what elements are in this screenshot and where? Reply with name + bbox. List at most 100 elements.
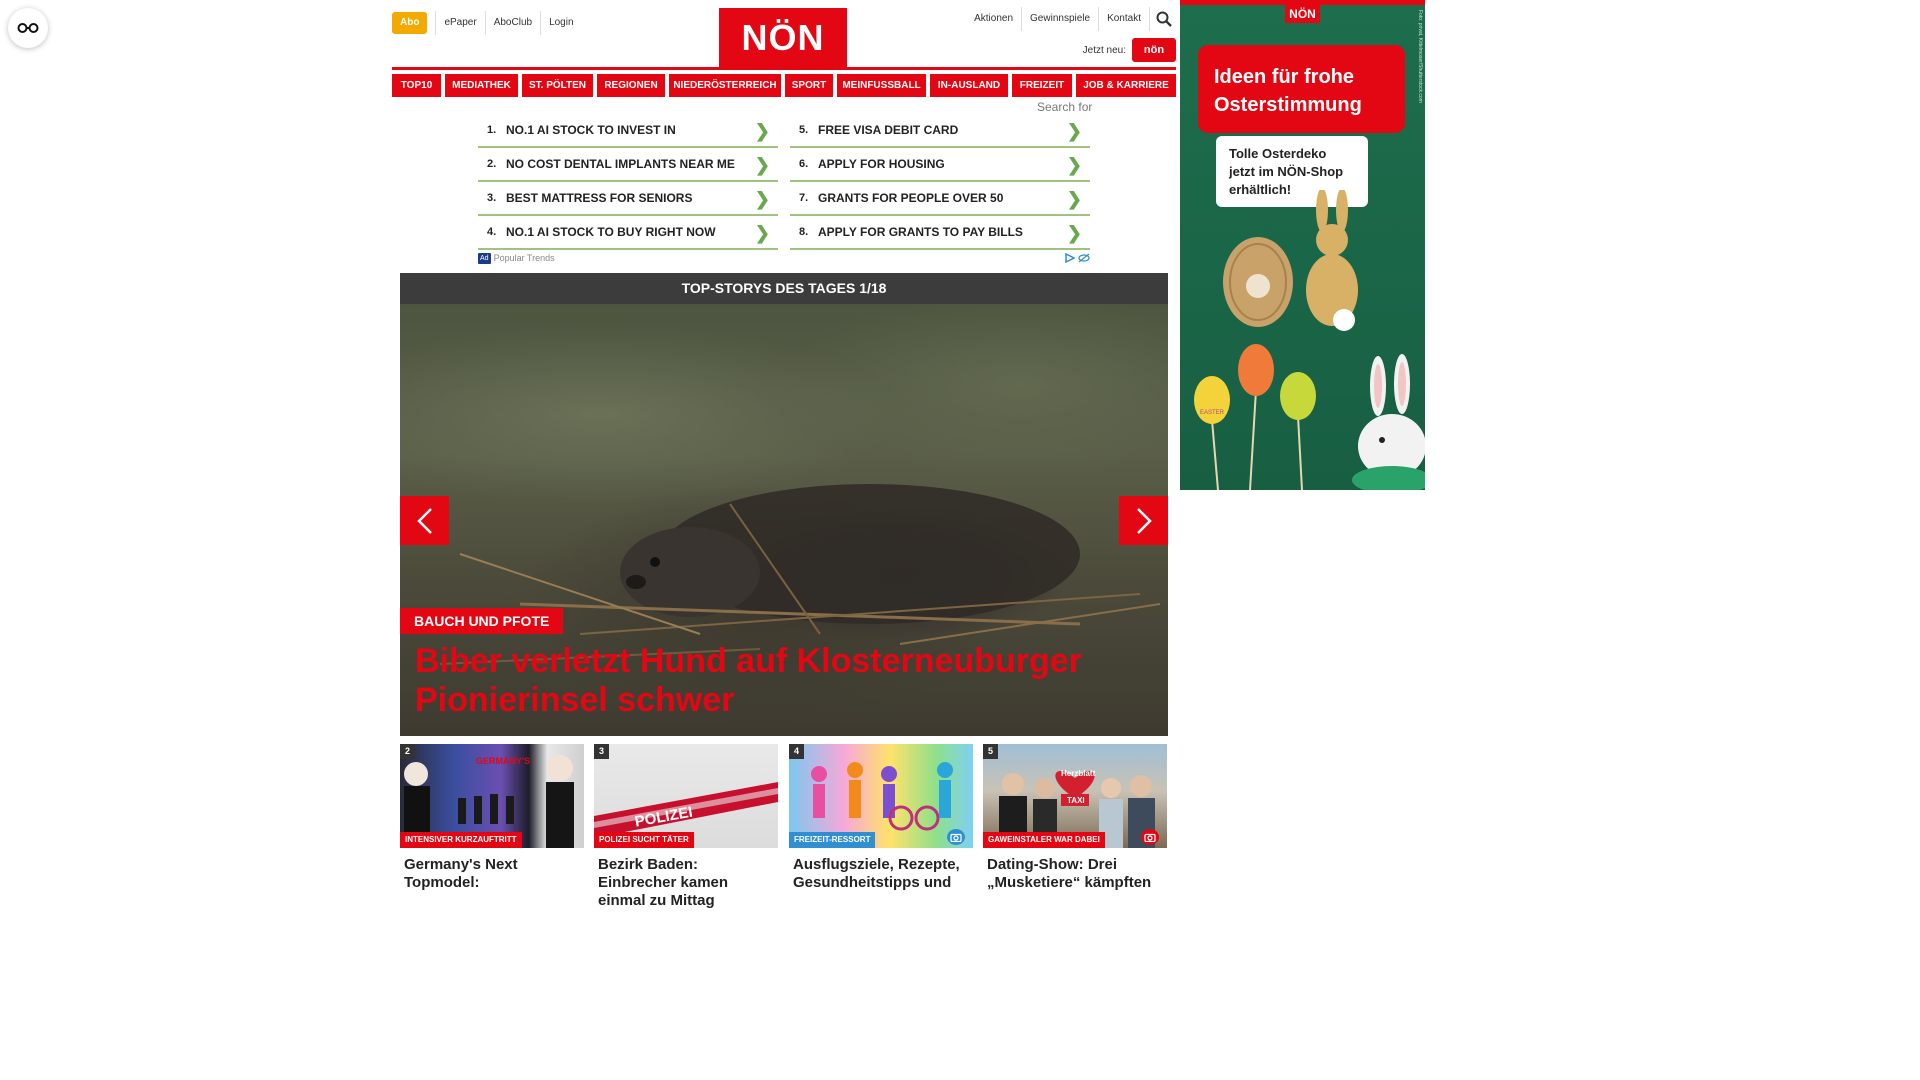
ad-row-number: 3. xyxy=(487,192,497,204)
hide-ad-icon xyxy=(1078,253,1090,263)
nav-item-in-ausland[interactable]: IN-AUSLAND xyxy=(930,74,1008,97)
ad-row[interactable]: 6. APPLY FOR HOUSING ❯ xyxy=(790,148,1090,182)
kontakt-link[interactable]: Kontakt xyxy=(1099,7,1150,31)
header-right-links: Aktionen Gewinnspiele Kontakt xyxy=(966,7,1176,31)
easter-decor-illustration: EASTER xyxy=(1194,190,1425,490)
chevron-right-icon: ❯ xyxy=(1066,155,1082,175)
story-cards: GERMANY'S 2 INTENSIVER KURZAUFTRITT Germ… xyxy=(400,744,1168,909)
ad-row[interactable]: 2. NO COST DENTAL IMPLANTS NEAR ME ❯ xyxy=(478,148,778,182)
header-left-links: Abo ePaper AboClub Login xyxy=(392,11,582,35)
card-title: Bezirk Baden: Einbrecher kamen einmal zu… xyxy=(598,856,729,909)
card-tag: FREIZEIT-RESSORT xyxy=(789,832,876,848)
ad-row-number: 1. xyxy=(487,124,497,136)
ad-row-label: GRANTS FOR PEOPLE OVER 50 xyxy=(818,191,1004,205)
chevron-right-icon: ❯ xyxy=(754,223,770,243)
camera-icon xyxy=(947,829,965,845)
card-image: 4 FREIZEIT-RESSORT xyxy=(789,744,973,848)
nav-item-job-karriere[interactable]: JOB & KARRIERE xyxy=(1076,74,1176,97)
gewinnspiele-link[interactable]: Gewinnspiele xyxy=(1022,7,1100,31)
nav-item-sport[interactable]: SPORT xyxy=(785,74,833,97)
story-card[interactable]: 4 FREIZEIT-RESSORT Ausflugsziele, Rezept… xyxy=(789,744,973,892)
card-image: POLIZEI 3 POLIZEI SUCHT TÄTER xyxy=(594,744,778,848)
card-tag: GAWEINSTALER WAR DABEI xyxy=(983,832,1105,848)
hero-kicker: BAUCH UND PFOTE xyxy=(400,608,564,634)
hero-slide[interactable]: BAUCH UND PFOTE Biber verletzt Hund auf … xyxy=(400,304,1168,736)
ad-row-number: 4. xyxy=(487,226,497,238)
slider-prev-button[interactable] xyxy=(400,496,449,545)
ad-footer-label: Popular Trends xyxy=(493,253,555,263)
story-card[interactable]: GERMANY'S 2 INTENSIVER KURZAUFTRITT Germ… xyxy=(400,744,584,892)
card-tag: POLIZEI SUCHT TÄTER xyxy=(594,832,694,848)
nav-item-meinfussball[interactable]: MEINFUSSBALL xyxy=(837,74,926,97)
ad-row-label: APPLY FOR GRANTS TO PAY BILLS xyxy=(818,225,1023,239)
jetzt-neu-badge[interactable]: nön xyxy=(1132,38,1176,62)
chevron-right-icon: ❯ xyxy=(754,155,770,175)
hero-headline[interactable]: Biber verletzt Hund auf Klosterneuburger… xyxy=(415,642,1155,720)
ad-row[interactable]: 5. FREE VISA DEBIT CARD ❯ xyxy=(790,114,1090,148)
page: Abo ePaper AboClub Login NÖN Aktionen Ge… xyxy=(0,0,1568,909)
gntm-sign: GERMANY'S xyxy=(476,756,530,766)
adchoices-icon xyxy=(1065,253,1075,263)
epaper-link[interactable]: ePaper xyxy=(435,11,484,35)
main-nav: TOP10 MEDIATHEK ST. PÖLTEN REGIONEN NIED… xyxy=(392,74,1176,97)
ad-column-right: 5. FREE VISA DEBIT CARD ❯ 6. APPLY FOR H… xyxy=(790,114,1090,250)
ad-row-label: NO COST DENTAL IMPLANTS NEAR ME xyxy=(506,157,735,171)
reading-mode-button[interactable] xyxy=(8,8,48,48)
ad-row[interactable]: 8. APPLY FOR GRANTS TO PAY BILLS ❯ xyxy=(790,216,1090,250)
card-image: GERMANY'S 2 INTENSIVER KURZAUFTRITT xyxy=(400,744,584,848)
card-number: 4 xyxy=(789,744,804,759)
nav-item-freizeit[interactable]: FREIZEIT xyxy=(1012,74,1072,97)
ad-search-for: Search for xyxy=(1037,100,1093,114)
chevron-right-icon: ❯ xyxy=(1066,121,1082,141)
story-card[interactable]: POLIZEI 3 POLIZEI SUCHT TÄTER Bezirk Bad… xyxy=(594,744,778,910)
top-stories-header: TOP-STORYS DES TAGES 1/18 xyxy=(400,273,1168,304)
chevron-right-icon: ❯ xyxy=(1066,223,1082,243)
heart-sign-text: Herzblatt xyxy=(1061,769,1096,778)
ad-row-number: 2. xyxy=(487,158,497,170)
ad-row-number: 7. xyxy=(799,192,809,204)
chevron-right-icon: ❯ xyxy=(1066,189,1082,209)
side-ad-credit: Foto: privat, Kittelmoser/Shutterstock.c… xyxy=(1417,10,1423,103)
aktionen-link[interactable]: Aktionen xyxy=(966,7,1023,31)
camera-icon xyxy=(1141,829,1159,845)
card-number: 2 xyxy=(400,744,415,759)
nav-item-regionen[interactable]: REGIONEN xyxy=(597,74,665,97)
side-ad-logo: NÖN xyxy=(1285,5,1320,23)
side-ad-headline: Ideen für frohe Osterstimmung xyxy=(1198,45,1405,133)
ad-row[interactable]: 4. NO.1 AI STOCK TO BUY RIGHT NOW ❯ xyxy=(478,216,778,250)
ad-row-label: FREE VISA DEBIT CARD xyxy=(818,123,959,137)
nav-item-mediathek[interactable]: MEDIATHEK xyxy=(445,74,518,97)
ad-row-number: 8. xyxy=(799,226,809,238)
nav-item-top10[interactable]: TOP10 xyxy=(392,74,441,97)
ad-row-number: 5. xyxy=(799,124,809,136)
chevron-right-icon: ❯ xyxy=(754,121,770,141)
abo-button[interactable]: Abo xyxy=(392,12,428,34)
story-card[interactable]: Herzblatt TAXI 5 GAWEINSTALER WAR DABEI … xyxy=(983,744,1167,892)
ad-row-label: APPLY FOR HOUSING xyxy=(818,157,945,171)
ad-choices[interactable] xyxy=(1065,253,1090,263)
ad-row-label: BEST MATTRESS FOR SENIORS xyxy=(506,191,693,205)
card-number: 5 xyxy=(983,744,998,759)
ad-footer: Ad Popular Trends xyxy=(478,251,1090,265)
site-logo[interactable]: NÖN xyxy=(719,8,847,68)
ad-row-label: NO.1 AI STOCK TO INVEST IN xyxy=(506,123,676,137)
card-title: Ausflugsziele, Rezepte, Gesundheitstipps… xyxy=(793,856,960,891)
site-header: Abo ePaper AboClub Login NÖN Aktionen Ge… xyxy=(392,0,1176,68)
ad-row[interactable]: 3. BEST MATTRESS FOR SENIORS ❯ xyxy=(478,182,778,216)
card-image: Herzblatt TAXI 5 GAWEINSTALER WAR DABEI xyxy=(983,744,1167,848)
header-divider xyxy=(392,67,1176,70)
card-tag: INTENSIVER KURZAUFTRITT xyxy=(400,832,522,848)
nav-item-niederoesterreich[interactable]: NIEDERÖSTERREICH xyxy=(669,74,781,97)
aboclub-link[interactable]: AboClub xyxy=(484,11,540,35)
card-number: 3 xyxy=(594,744,609,759)
search-button[interactable] xyxy=(1152,7,1176,31)
jetzt-neu: Jetzt neu: nön xyxy=(1083,38,1176,62)
nav-item-st-poelten[interactable]: ST. PÖLTEN xyxy=(522,74,593,97)
card-title: Germany's Next Topmodel: xyxy=(404,856,518,891)
side-ad-banner[interactable]: NÖN Foto: privat, Kittelmoser/Shuttersto… xyxy=(1180,0,1425,490)
login-link[interactable]: Login xyxy=(540,11,581,35)
taxi-sign-text: TAXI xyxy=(1067,796,1085,805)
ad-row[interactable]: 1. NO.1 AI STOCK TO INVEST IN ❯ xyxy=(478,114,778,148)
ad-row[interactable]: 7. GRANTS FOR PEOPLE OVER 50 ❯ xyxy=(790,182,1090,216)
slider-next-button[interactable] xyxy=(1119,496,1168,545)
